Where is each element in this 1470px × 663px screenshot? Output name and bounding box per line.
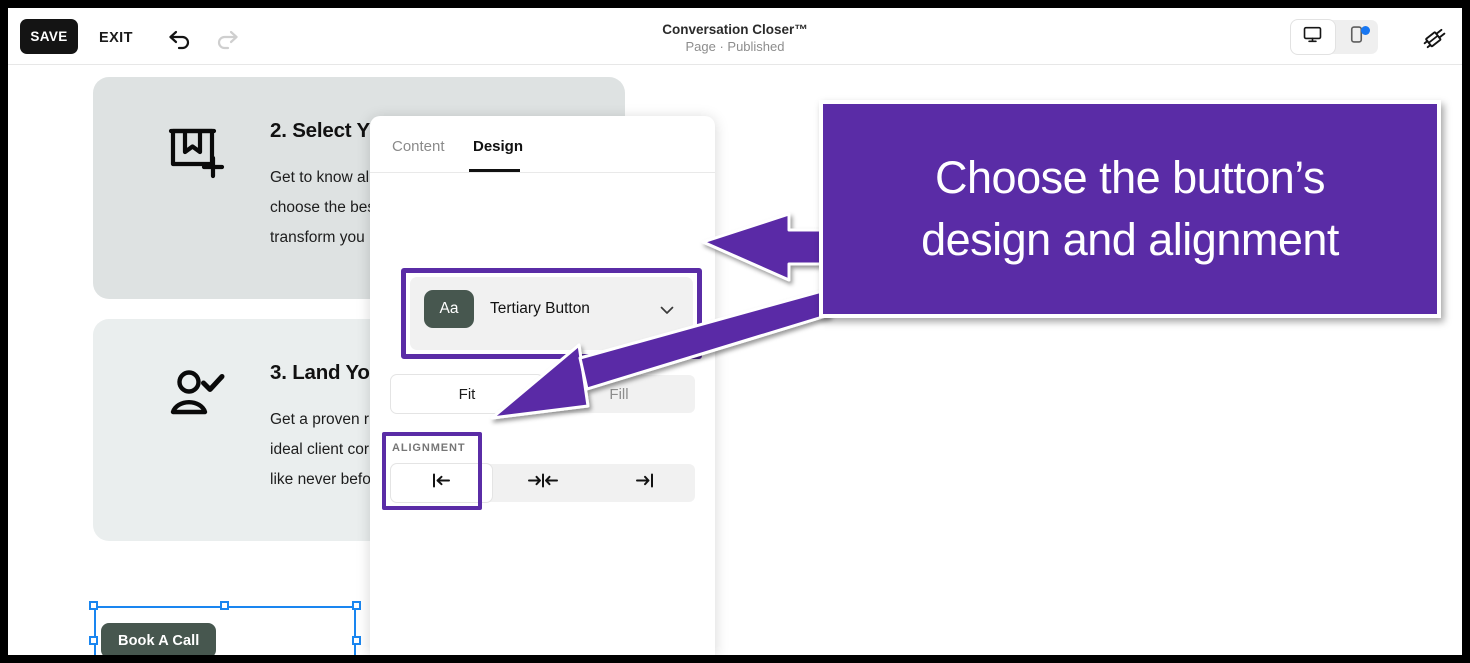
card-body: Get to know al choose the bes transform … — [270, 163, 375, 253]
card-body-line: ideal client cor — [270, 441, 370, 458]
card-heading: 2. Select Y — [270, 119, 370, 142]
align-center-button[interactable] — [492, 464, 593, 502]
resize-handle-top-left[interactable] — [89, 601, 98, 610]
button-style-dropdown[interactable]: Aa Tertiary Button — [410, 277, 693, 350]
card-body-line: like never befo — [270, 471, 371, 488]
size-mode-fill[interactable]: Fill — [543, 375, 695, 413]
resize-handle-middle-right[interactable] — [352, 636, 361, 645]
undo-icon[interactable] — [166, 26, 194, 50]
size-mode-segmented-control: Fit Fill — [391, 375, 695, 413]
top-toolbar: SAVE EXIT Conversation Closer™ Page · Pu… — [8, 8, 1462, 65]
size-mode-fit[interactable]: Fit — [391, 375, 543, 413]
selected-element-wrapper[interactable]: Book A Call — [89, 601, 361, 655]
style-swatch: Aa — [424, 290, 474, 328]
chevron-down-icon — [658, 301, 676, 319]
redo-icon[interactable] — [213, 26, 241, 50]
resize-handle-middle-left[interactable] — [89, 636, 98, 645]
style-picker-highlight: Aa Tertiary Button — [401, 268, 702, 359]
card-body-line: Get a proven r — [270, 411, 370, 428]
device-preview-toggle — [1291, 20, 1378, 54]
desktop-view-button[interactable] — [1291, 20, 1335, 54]
tab-design[interactable]: Design — [473, 138, 523, 155]
card-body-line: transform you — [270, 229, 365, 246]
desktop-monitor-icon — [1303, 25, 1322, 49]
book-add-icon — [165, 122, 227, 184]
card-body: Get a proven r ideal client cor like nev… — [270, 405, 371, 495]
align-right-icon — [629, 472, 659, 494]
exit-button[interactable]: EXIT — [99, 30, 133, 46]
person-check-icon — [165, 364, 227, 426]
screenshot-frame: SAVE EXIT Conversation Closer™ Page · Pu… — [0, 0, 1470, 663]
card-body-line: Get to know al — [270, 169, 370, 186]
paintbrush-icon[interactable] — [1422, 24, 1450, 51]
active-tab-indicator — [469, 169, 520, 172]
page-builder-app: SAVE EXIT Conversation Closer™ Page · Pu… — [8, 8, 1462, 655]
alignment-label: ALIGNMENT — [392, 442, 466, 454]
resize-handle-top-right[interactable] — [352, 601, 361, 610]
style-picker-value: Tertiary Button — [490, 300, 590, 317]
card-body-line: choose the bes — [270, 199, 376, 216]
mobile-view-button[interactable] — [1335, 20, 1379, 54]
resize-handle-top-center[interactable] — [220, 601, 229, 610]
page-canvas[interactable]: 2. Select Y Get to know al choose the be… — [8, 65, 1462, 655]
align-center-icon — [524, 472, 562, 494]
book-a-call-button[interactable]: Book A Call — [101, 623, 217, 655]
card-heading: 3. Land Yo — [270, 361, 370, 384]
panel-tab-bar: Content Design — [370, 116, 715, 173]
notification-dot-icon — [1361, 26, 1370, 35]
element-settings-panel: Content Design Aa Tertiary Button Fit Fi… — [370, 116, 715, 655]
save-button[interactable]: SAVE — [20, 19, 78, 54]
align-right-button[interactable] — [594, 464, 695, 502]
tab-content[interactable]: Content — [392, 138, 445, 155]
